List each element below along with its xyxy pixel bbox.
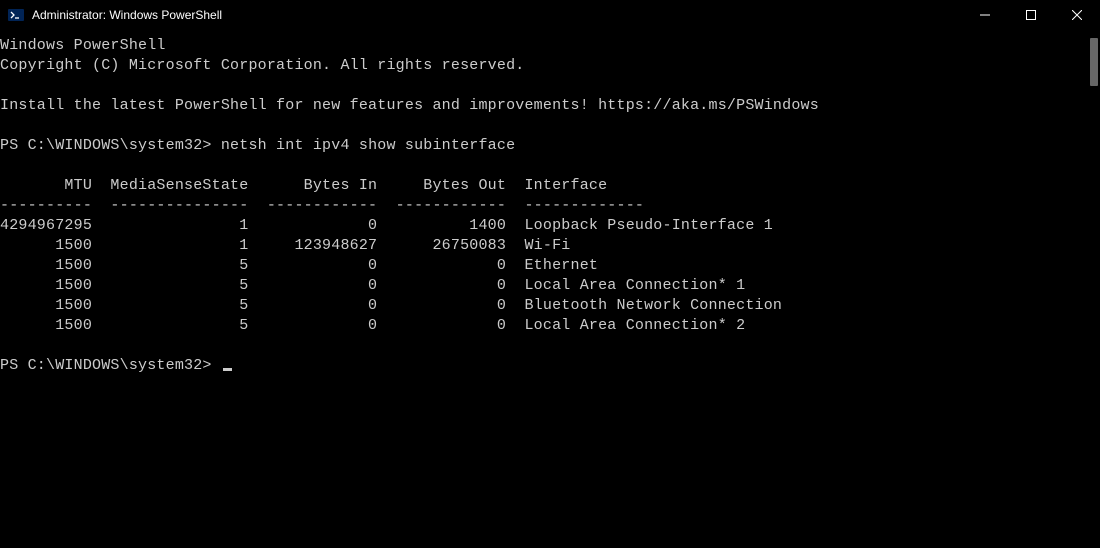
maximize-icon [1026,10,1036,20]
table-row: 1500 5 0 0 Ethernet [0,257,598,274]
table-row: 1500 5 0 0 Bluetooth Network Connection [0,297,782,314]
close-icon [1072,10,1082,20]
command-text: netsh int ipv4 show subinterface [221,137,515,154]
scrollbar-thumb[interactable] [1090,38,1098,86]
table-row: 1500 5 0 0 Local Area Connection* 1 [0,277,745,294]
table-row: 4294967295 1 0 1400 Loopback Pseudo-Inte… [0,217,773,234]
terminal-output[interactable]: Windows PowerShell Copyright (C) Microso… [0,30,1100,548]
powershell-icon [8,7,24,23]
titlebar: Administrator: Windows PowerShell [0,0,1100,30]
minimize-button[interactable] [962,0,1008,30]
prompt-prefix: PS C:\WINDOWS\system32> [0,137,221,154]
window-title: Administrator: Windows PowerShell [32,8,962,22]
table-row: 1500 1 123948627 26750083 Wi-Fi [0,237,571,254]
table-separator: ---------- --------------- ------------ … [0,197,644,214]
prompt-prefix: PS C:\WINDOWS\system32> [0,357,221,374]
banner-line: Copyright (C) Microsoft Corporation. All… [0,57,524,74]
minimize-icon [980,10,990,20]
banner-line: Windows PowerShell [0,37,166,54]
cursor [223,368,232,371]
close-button[interactable] [1054,0,1100,30]
window-controls [962,0,1100,30]
maximize-button[interactable] [1008,0,1054,30]
install-message: Install the latest PowerShell for new fe… [0,97,819,114]
table-header: MTU MediaSenseState Bytes In Bytes Out I… [0,177,607,194]
table-row: 1500 5 0 0 Local Area Connection* 2 [0,317,745,334]
